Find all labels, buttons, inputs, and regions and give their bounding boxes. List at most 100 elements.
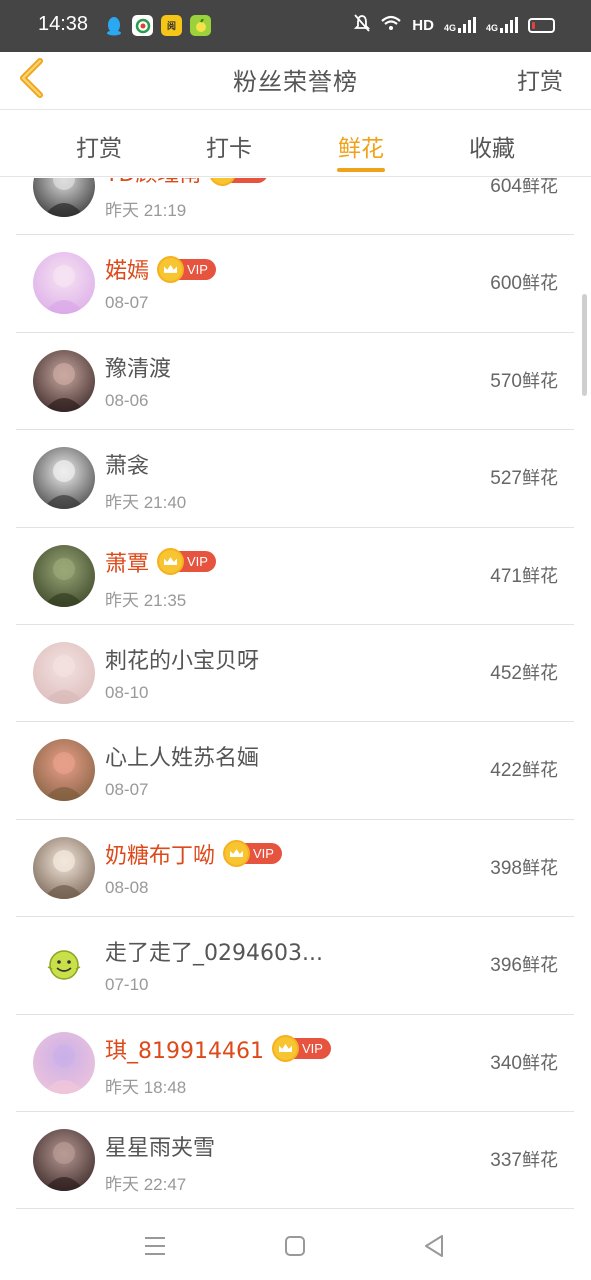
- fan-name: 心上人姓苏名婳: [105, 746, 260, 772]
- flower-count: 452鲜花: [490, 659, 558, 685]
- flower-count-value: 570: [490, 370, 522, 392]
- tab-flowers[interactable]: 鲜花: [316, 129, 406, 163]
- user-portrait-icon: [43, 265, 85, 315]
- hd-label: HD: [412, 16, 434, 34]
- reward-button[interactable]: 打赏: [517, 62, 563, 96]
- fan-row[interactable]: 萧覃 VIP 昨天 21:35 471鲜花: [16, 528, 574, 625]
- flower-count-value: 452: [490, 662, 522, 684]
- name-line: 婼嫣 VIP: [105, 253, 216, 285]
- fan-name: 豫清渡: [105, 356, 172, 382]
- vip-badge: VIP: [223, 840, 282, 868]
- vip-badge: VIP: [157, 548, 216, 576]
- vip-badge: VIP: [209, 178, 269, 186]
- flower-unit: 鲜花: [522, 468, 558, 490]
- tab-reward[interactable]: 打赏: [54, 129, 144, 163]
- fan-name: 琪_819914461: [105, 1038, 264, 1064]
- page-title: 粉丝荣誉榜: [233, 68, 358, 96]
- fan-name: 星星雨夹雪: [105, 1135, 216, 1161]
- flower-unit: 鲜花: [522, 1149, 558, 1171]
- fan-row[interactable]: 豫清渡 08-06 570鲜花: [16, 333, 574, 431]
- system-nav-bar: [0, 1210, 591, 1280]
- flower-count-value: 527: [490, 468, 522, 490]
- avatar[interactable]: [33, 252, 95, 315]
- fan-list[interactable]: TD顾瑾南VIP昨天 21:19604鲜花婼嫣VIP08-07600鲜花豫清渡0…: [16, 178, 574, 1210]
- fan-row[interactable]: 婼嫣 VIP 08-07 600鲜花: [16, 235, 574, 333]
- fan-date: 07-10: [105, 975, 149, 995]
- flower-count: 604鲜花: [490, 178, 558, 198]
- avatar[interactable]: [33, 178, 95, 217]
- user-portrait-icon: [43, 178, 85, 217]
- fan-name: 走了走了_0294603...: [105, 941, 323, 967]
- home-square-icon[interactable]: [281, 1232, 309, 1260]
- fan-date: 昨天 21:19: [105, 201, 187, 220]
- back-triangle-icon[interactable]: [421, 1232, 449, 1260]
- fan-row[interactable]: 走了走了_0294603... 07-10 396鲜花: [16, 917, 574, 1015]
- qq-icon: [103, 15, 124, 36]
- fan-date: 08-07: [105, 780, 149, 800]
- avatar[interactable]: [33, 836, 95, 899]
- tab-checkin[interactable]: 打卡: [184, 129, 274, 163]
- name-line: 心上人姓苏名婳: [105, 740, 259, 772]
- avatar[interactable]: [33, 739, 95, 802]
- name-line: 奶糖布丁呦 VIP: [105, 838, 282, 870]
- crown-icon: [209, 178, 237, 186]
- name-line: 走了走了_0294603...: [105, 935, 323, 967]
- name-line: 刺花的小宝贝呀: [105, 643, 259, 675]
- system-icons: HD 4G 4G: [354, 14, 555, 36]
- fan-date: 昨天 22:47: [105, 1174, 187, 1194]
- flower-count-value: 398: [490, 857, 522, 879]
- signal-icon: 4G: [444, 17, 476, 33]
- scrollbar[interactable]: [582, 294, 587, 396]
- fan-row[interactable]: 星星雨夹雪昨天 22:47 337鲜花: [16, 1112, 574, 1210]
- vip-badge: VIP: [271, 1035, 331, 1063]
- fan-row[interactable]: 萧衾 昨天 21:40 527鲜花: [16, 430, 574, 528]
- mute-bell-icon: [354, 14, 371, 36]
- flower-count: 527鲜花: [490, 464, 558, 490]
- avatar[interactable]: [33, 1128, 95, 1191]
- name-line: 琪_819914461 VIP: [105, 1033, 331, 1065]
- fan-name: 萧覃: [105, 551, 150, 577]
- fan-row[interactable]: 奶糖布丁呦 VIP 08-08 398鲜花: [16, 820, 574, 918]
- signal-icon-2: 4G: [486, 17, 518, 33]
- name-line: 豫清渡: [105, 351, 171, 383]
- avatar[interactable]: [33, 544, 95, 607]
- flower-count: 471鲜花: [490, 562, 558, 588]
- crown-icon: [157, 255, 185, 283]
- fan-row[interactable]: 刺花的小宝贝呀 08-10 452鲜花: [16, 625, 574, 723]
- flower-count-value: 337: [490, 1149, 522, 1171]
- tab-favorites[interactable]: 收藏: [447, 129, 537, 163]
- menu-icon[interactable]: [141, 1232, 169, 1260]
- flower-count-value: 422: [490, 760, 522, 782]
- fan-date: 昨天 18:48: [105, 1077, 187, 1097]
- notification-icons: 阅: [103, 15, 211, 36]
- avatar[interactable]: [33, 934, 95, 996]
- fan-row[interactable]: 琪_819914461 VIP 昨天 18:48 340鲜花: [16, 1015, 574, 1112]
- avatar[interactable]: [33, 349, 95, 412]
- flower-unit: 鲜花: [522, 370, 558, 392]
- flower-count: 337鲜花: [490, 1146, 558, 1172]
- name-line: TD顾瑾南 VIP: [105, 178, 269, 188]
- fan-row[interactable]: TD顾瑾南 VIP 昨天 21:19 604鲜花: [16, 178, 574, 236]
- avatar[interactable]: [33, 447, 95, 510]
- flower-unit: 鲜花: [522, 178, 558, 197]
- flower-unit: 鲜花: [522, 565, 558, 587]
- fan-date: 昨天 21:35: [105, 590, 187, 610]
- avatar[interactable]: [33, 1031, 95, 1094]
- flower-count-value: 471: [490, 565, 522, 587]
- status-bar: 14:38 阅 HD 4G 4G: [0, 0, 591, 52]
- fan-name: 婼嫣: [105, 259, 150, 285]
- fan-date: 08-07: [105, 293, 149, 313]
- active-tab-indicator: [337, 168, 385, 172]
- user-portrait-icon: [43, 654, 85, 704]
- avatar[interactable]: [33, 641, 95, 704]
- vip-badge: VIP: [157, 255, 216, 283]
- user-portrait-icon: [43, 460, 85, 510]
- smiley-avatar-icon: [47, 950, 81, 980]
- browser-icon: [132, 15, 153, 36]
- user-portrait-icon: [43, 752, 85, 802]
- flower-count: 570鲜花: [490, 367, 558, 393]
- flower-count: 398鲜花: [490, 854, 558, 880]
- crown-icon: [157, 548, 185, 576]
- fan-date: 08-10: [105, 682, 149, 702]
- fan-row[interactable]: 心上人姓苏名婳 08-07 422鲜花: [16, 722, 574, 820]
